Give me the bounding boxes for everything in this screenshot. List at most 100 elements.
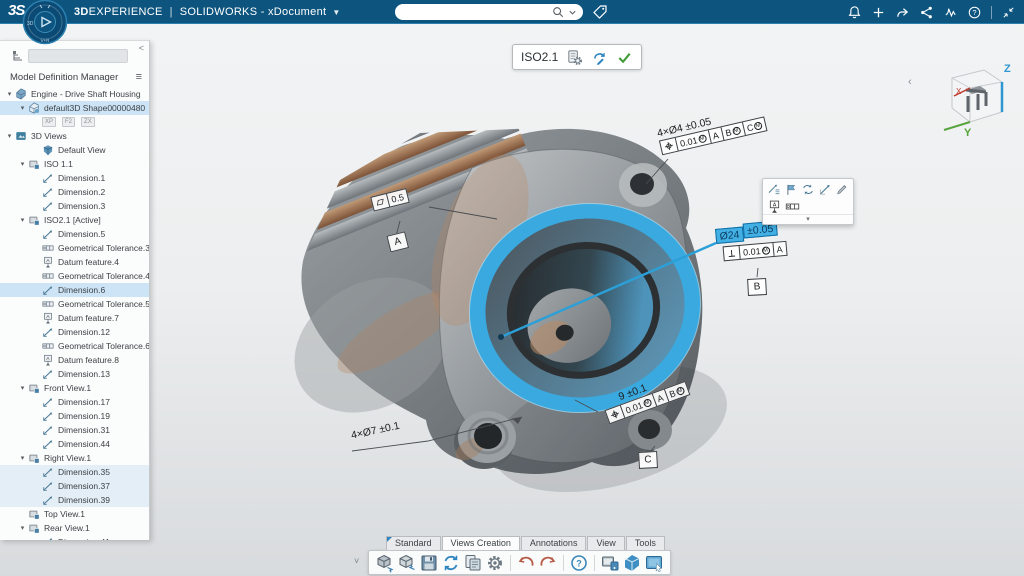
swym-icon[interactable] <box>943 5 958 20</box>
minimize-icon[interactable] <box>1001 5 1016 20</box>
context-toolbar-more-icon[interactable]: ▾ <box>763 214 853 224</box>
annotation-selected-dimension[interactable]: Ø24 ±0.05 0.01MA <box>715 223 787 264</box>
bolt-hole-top[interactable] <box>619 163 667 207</box>
tree-item[interactable]: Dimension.6 <box>0 283 150 297</box>
notifications-icon[interactable] <box>847 5 862 20</box>
tree-item[interactable]: ▾ISO2.1 [Active] <box>0 213 150 227</box>
tree-item[interactable]: ▾default3D Shape00000480 <box>0 101 150 115</box>
3dexperience-compass[interactable]: 3D V+R <box>20 0 70 48</box>
tab-view[interactable]: View <box>587 536 624 550</box>
expander-icon[interactable]: ▾ <box>17 104 28 112</box>
update-icon[interactable] <box>441 553 461 573</box>
tree-filter-bar[interactable] <box>12 49 128 63</box>
toolbar-collapse-icon[interactable]: ˅ <box>354 556 359 566</box>
tree-item[interactable]: Default View <box>0 143 150 157</box>
tree-item[interactable]: Dimension.35 <box>0 465 150 479</box>
tree-item[interactable]: Dimension.12 <box>0 325 150 339</box>
app-title[interactable]: SOLIDWORKS - xDocument <box>180 6 327 18</box>
panel-collapse-icon[interactable]: < <box>139 43 144 53</box>
panel-menu-icon[interactable]: ≡ <box>136 71 142 83</box>
search-options-chevron-icon[interactable] <box>568 8 577 17</box>
undo-icon[interactable] <box>516 553 536 573</box>
save-icon[interactable] <box>419 553 439 573</box>
tree-item[interactable]: ▾Front View.1 <box>0 381 150 395</box>
tree-item[interactable]: Dimension.17 <box>0 395 150 409</box>
tree-item[interactable]: Dimension.2 <box>0 185 150 199</box>
tree-item[interactable]: Top View.1 <box>0 507 150 521</box>
feature-control-frame[interactable]: 0.01MA <box>723 241 788 261</box>
flag-icon[interactable] <box>784 182 798 197</box>
app-title-chevron-icon[interactable]: ▼ <box>332 8 340 17</box>
tree-item[interactable]: Dimension.39 <box>0 493 150 507</box>
tab-views-creation[interactable]: Views Creation <box>442 536 520 550</box>
expander-icon[interactable]: ▾ <box>17 216 28 224</box>
dimension-pick-icon[interactable] <box>818 182 832 197</box>
dimension-text-icon[interactable] <box>767 182 781 197</box>
search-input[interactable] <box>395 6 548 19</box>
import-view-icon[interactable] <box>397 553 417 573</box>
datum-label[interactable]: C <box>638 451 658 469</box>
help-icon[interactable]: ? <box>967 5 982 20</box>
fit-screen-icon[interactable] <box>644 553 664 573</box>
datum-feature-b[interactable]: B <box>747 276 767 296</box>
tree-item[interactable]: Dimension.19 <box>0 409 150 423</box>
tag-icon[interactable] <box>592 4 608 20</box>
tab-tools[interactable]: Tools <box>626 536 665 550</box>
settings-icon[interactable] <box>485 553 505 573</box>
tree-item[interactable]: ▾Right View.1 <box>0 451 150 465</box>
expander-icon[interactable]: ▾ <box>17 524 28 532</box>
view-confirm-check-icon[interactable] <box>616 49 633 66</box>
tree-item[interactable]: Dimension.31 <box>0 423 150 437</box>
tree-item[interactable]: Geometrical Tolerance.5 <box>0 297 150 311</box>
expander-icon[interactable]: ▾ <box>17 454 28 462</box>
view-settings-icon[interactable] <box>566 49 583 66</box>
selected-dimension-value[interactable]: Ø24 <box>715 227 744 244</box>
display-device-icon[interactable] <box>600 553 620 573</box>
tree-item[interactable]: Geometrical Tolerance.3 <box>0 241 150 255</box>
view-update-icon[interactable] <box>591 49 608 66</box>
share-forward-icon[interactable] <box>895 5 910 20</box>
tab-standard[interactable]: Standard <box>386 536 441 550</box>
view-cube[interactable]: Z Y X <box>928 56 1014 140</box>
tree-item[interactable]: Geometrical Tolerance.6 <box>0 339 150 353</box>
export-view-icon[interactable] <box>375 553 395 573</box>
geometrical-tolerance-icon[interactable] <box>785 199 800 214</box>
search-icon[interactable] <box>552 6 564 18</box>
tree-item[interactable]: Geometrical Tolerance.4 <box>0 269 150 283</box>
datum-feature-icon[interactable]: A <box>767 199 782 214</box>
expander-icon[interactable]: ▾ <box>4 90 15 98</box>
expander-icon[interactable]: ▾ <box>4 132 15 140</box>
tree-item[interactable]: Dimension.3 <box>0 199 150 213</box>
viewcube-collapse-icon[interactable]: ‹ <box>908 76 912 88</box>
expander-icon[interactable]: ▾ <box>17 384 28 392</box>
tree-item[interactable]: ADatum feature.7 <box>0 311 150 325</box>
paste-special-icon[interactable] <box>463 553 483 573</box>
iso-view-icon[interactable] <box>622 553 642 573</box>
representation-badge[interactable]: ZX <box>81 117 95 127</box>
tree-item[interactable]: Dimension.13 <box>0 367 150 381</box>
add-icon[interactable] <box>871 5 886 20</box>
tree-item[interactable]: ▾Rear View.1 <box>0 521 150 535</box>
tree-item[interactable]: ADatum feature.8 <box>0 353 150 367</box>
tree-item[interactable]: ▾3D Views <box>0 129 150 143</box>
replace-icon[interactable] <box>801 182 815 197</box>
tree-item[interactable]: XP F2 ZX <box>0 115 150 129</box>
3d-model-canvas[interactable] <box>0 0 1024 576</box>
representation-badge[interactable]: F2 <box>62 117 75 127</box>
datum-label[interactable]: B <box>747 278 767 296</box>
tree-item[interactable]: ▾ISO 1.1 <box>0 157 150 171</box>
tree-item[interactable]: Dimension.44 <box>0 437 150 451</box>
tree-item[interactable]: Dimension.1 <box>0 171 150 185</box>
global-search[interactable] <box>395 4 583 20</box>
representation-badge[interactable]: XP <box>42 117 56 127</box>
tree-item[interactable]: Dimension.37 <box>0 479 150 493</box>
expander-icon[interactable]: ▾ <box>17 160 28 168</box>
share-network-icon[interactable] <box>919 5 934 20</box>
tree-filter-field[interactable] <box>28 49 128 63</box>
help-bottom-icon[interactable]: ? <box>569 553 589 573</box>
datum-feature-c[interactable]: C <box>638 449 658 469</box>
annotation-pen-icon[interactable] <box>835 182 849 197</box>
tree-item[interactable]: ADatum feature.4 <box>0 255 150 269</box>
redo-icon[interactable] <box>538 553 558 573</box>
tree-item[interactable]: Dimension.41 <box>0 535 150 540</box>
